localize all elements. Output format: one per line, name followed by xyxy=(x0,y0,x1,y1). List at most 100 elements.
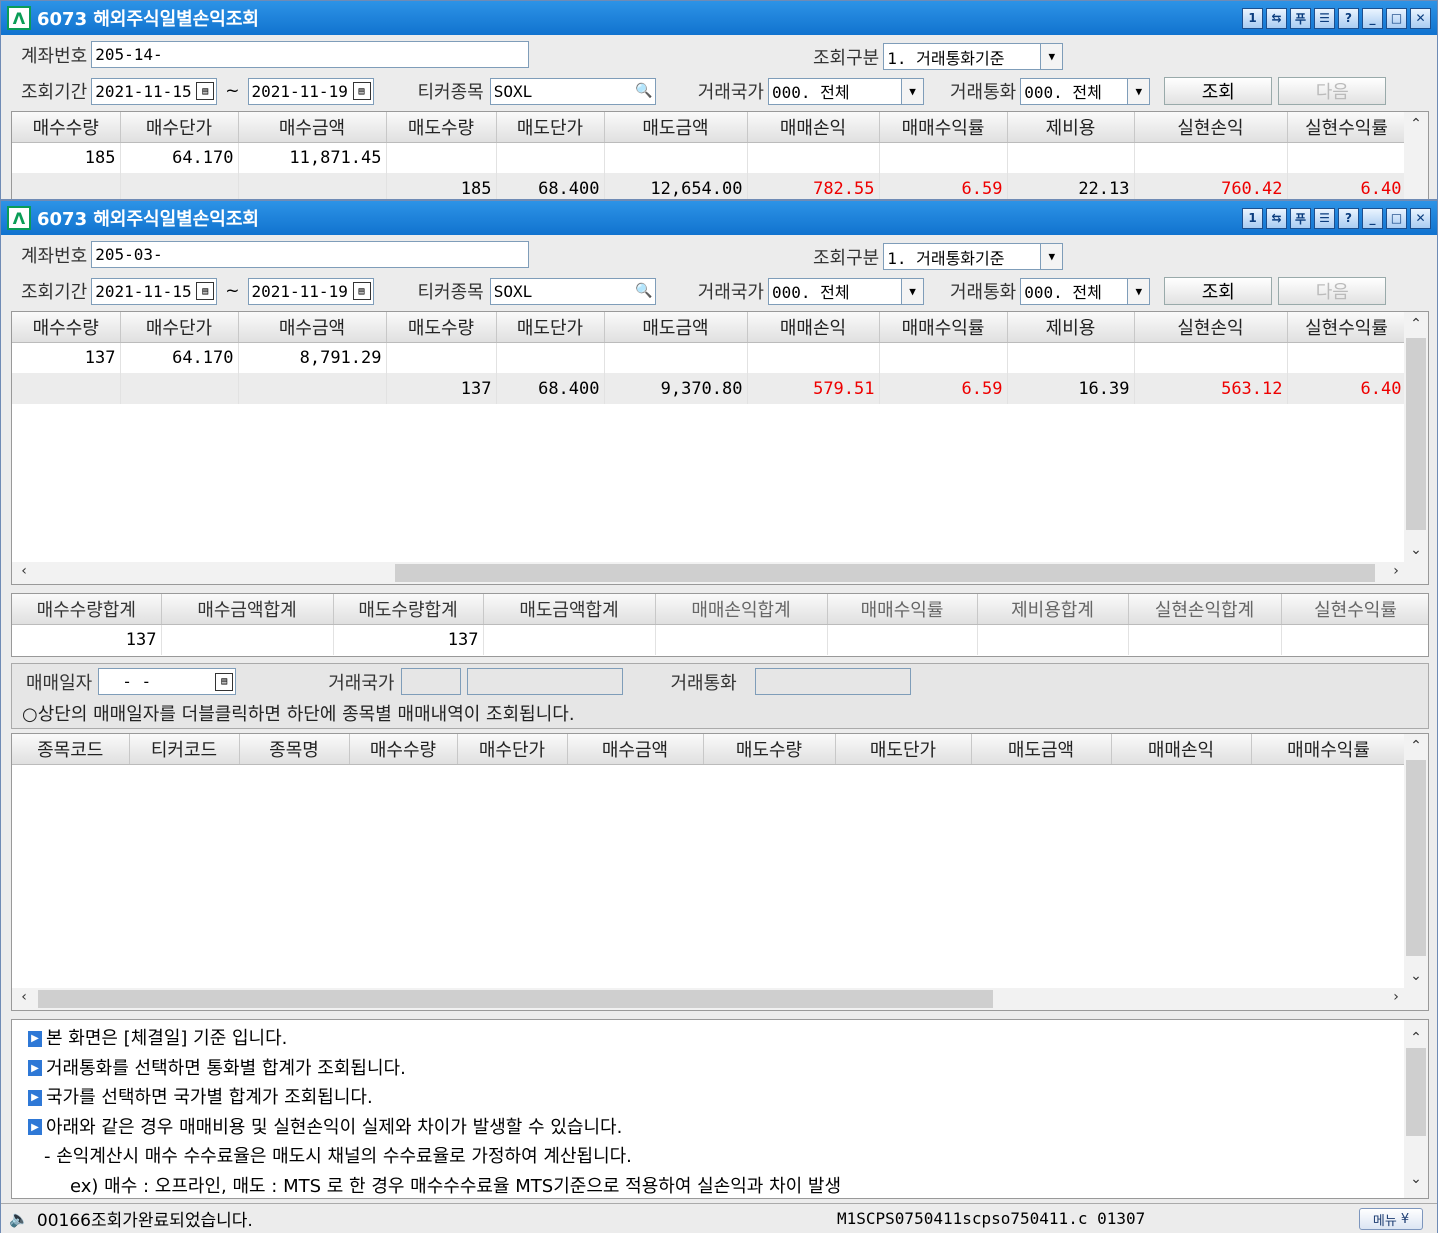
query-type-select[interactable]: 1. 거래통화기준 ▼ xyxy=(883,243,1064,270)
column-header[interactable]: 실현수익률 xyxy=(1281,594,1428,625)
column-header[interactable]: 매수금액 xyxy=(238,312,387,343)
result-grid[interactable]: 매수수량 매수단가 매수금액 매도수량 매도단가 매도금액 매매손익 매매수익률 제비용 실현손익… xyxy=(11,311,1429,585)
column-header[interactable]: 티커코드 xyxy=(129,734,240,765)
scroll-thumb[interactable] xyxy=(395,564,1375,582)
scroll-thumb[interactable] xyxy=(1406,760,1426,956)
chevron-down-icon[interactable]: ▼ xyxy=(1040,44,1063,69)
column-header[interactable]: 매도금액 xyxy=(604,312,748,343)
column-header[interactable]: 매도금액합계 xyxy=(483,594,656,625)
menu-list-icon[interactable]: ☰ xyxy=(1314,207,1335,229)
title-bar[interactable]: Λ 6073 해외주식일별손익조회 1 ⇆ 푸 ☰ ? _ □ ✕ xyxy=(1,201,1437,235)
column-header[interactable]: 매수수량 xyxy=(12,112,121,143)
scroll-up-icon[interactable]: ⌃ xyxy=(1404,116,1428,132)
next-button[interactable]: 다음 xyxy=(1278,77,1387,105)
table-row[interactable]: 185 64.170 11,871.45 xyxy=(12,142,1407,173)
trade-date-input[interactable]: - - ▤ xyxy=(98,668,237,695)
column-header[interactable]: 제비용 xyxy=(1007,112,1135,143)
currency-select[interactable]: 000. 전체 ▼ xyxy=(1020,277,1151,305)
pin-icon[interactable]: 푸 xyxy=(1290,7,1311,29)
country-select[interactable]: 000. 전체 ▼ xyxy=(768,77,924,105)
search-icon[interactable]: 🔍 xyxy=(634,82,653,100)
scroll-left-icon[interactable]: ‹ xyxy=(12,563,36,579)
column-header[interactable]: 매도수량합계 xyxy=(333,594,484,625)
chevron-down-icon[interactable]: ▼ xyxy=(1127,278,1150,304)
search-button[interactable]: 조회 xyxy=(1164,277,1273,305)
account-input[interactable]: 205-14- xyxy=(91,41,530,68)
scroll-right-icon[interactable]: › xyxy=(1384,563,1408,579)
column-header[interactable]: 매수금액합계 xyxy=(161,594,334,625)
column-header[interactable]: 매도수량 xyxy=(386,112,497,143)
scroll-up-icon[interactable]: ⌃ xyxy=(1404,316,1428,332)
scroll-thumb[interactable] xyxy=(1406,338,1426,530)
column-header[interactable]: 매도수량 xyxy=(386,312,497,343)
chevron-down-icon[interactable]: ▼ xyxy=(901,78,923,104)
close-icon[interactable]: ✕ xyxy=(1410,7,1431,29)
column-header[interactable]: 매매수익률 xyxy=(1251,734,1407,765)
table-row[interactable]: 137 68.400 9,370.80 579.51 6.59 16.39 563.12 6.… xyxy=(12,373,1407,404)
menu-button[interactable]: 메뉴 ¥ xyxy=(1359,1208,1423,1230)
column-header[interactable]: 매도단가 xyxy=(835,734,972,765)
help-icon[interactable]: ? xyxy=(1338,7,1359,29)
chevron-down-icon[interactable]: ▼ xyxy=(901,278,923,304)
column-header[interactable]: 매수수량 xyxy=(12,312,121,343)
column-header[interactable]: 매매손익 xyxy=(747,112,880,143)
help-icon[interactable]: ? xyxy=(1338,207,1359,229)
date-to-input[interactable]: 2021-11-19 ▤ xyxy=(247,277,374,305)
calendar-icon[interactable]: ▤ xyxy=(352,82,371,100)
vertical-scrollbar[interactable]: ⌃ ⌄ xyxy=(1404,1020,1428,1198)
calendar-icon[interactable]: ▤ xyxy=(196,82,215,100)
scroll-left-icon[interactable]: ‹ xyxy=(12,989,36,1005)
column-header[interactable]: 매매손익 xyxy=(747,312,880,343)
column-header[interactable]: 매수금액 xyxy=(238,112,387,143)
column-header[interactable]: 종목명 xyxy=(239,734,350,765)
link-icon[interactable]: ⇆ xyxy=(1266,7,1287,29)
table-row[interactable]: 185 68.400 12,654.00 782.55 6.59 22.13 760.42 6… xyxy=(12,173,1407,199)
link-number-icon[interactable]: 1 xyxy=(1242,207,1263,229)
column-header[interactable]: 실현손익 xyxy=(1134,112,1288,143)
scroll-right-icon[interactable]: › xyxy=(1384,989,1408,1005)
column-header[interactable]: 실현수익률 xyxy=(1287,312,1407,343)
date-to-input[interactable]: 2021-11-19 ▤ xyxy=(247,77,374,105)
maximize-icon[interactable]: □ xyxy=(1386,7,1407,29)
column-header[interactable]: 매도수량 xyxy=(703,734,836,765)
table-row[interactable]: 137 64.170 8,791.29 xyxy=(12,342,1407,373)
title-bar[interactable]: Λ 6073 해외주식일별손익조회 1 ⇆ 푸 ☰ ? _ □ ✕ xyxy=(1,1,1437,35)
link-icon[interactable]: ⇆ xyxy=(1266,207,1287,229)
country-select[interactable]: 000. 전체 ▼ xyxy=(768,277,924,305)
column-header[interactable]: 매매수익률 xyxy=(879,112,1008,143)
result-grid[interactable]: 매수수량 매수단가 매수금액 매도수량 매도단가 매도금액 매매손익 매매수익률 제비용 실현손익… xyxy=(11,111,1429,199)
vertical-scrollbar[interactable]: ⌃ ⌄ xyxy=(1404,312,1428,562)
scroll-down-icon[interactable]: ⌄ xyxy=(1404,542,1428,558)
ticker-input[interactable]: SOXL 🔍 xyxy=(489,77,656,105)
column-header[interactable]: 매매손익합계 xyxy=(655,594,828,625)
scroll-thumb[interactable] xyxy=(38,990,993,1008)
currency-select[interactable]: 000. 전체 ▼ xyxy=(1020,77,1151,105)
scroll-thumb[interactable] xyxy=(1406,1048,1426,1136)
ticker-input[interactable]: SOXL 🔍 xyxy=(489,277,656,305)
column-header[interactable]: 매매손익 xyxy=(1111,734,1252,765)
pin-icon[interactable]: 푸 xyxy=(1290,207,1311,229)
search-icon[interactable]: 🔍 xyxy=(634,282,653,300)
chevron-down-icon[interactable]: ▼ xyxy=(1040,244,1063,269)
column-header[interactable]: 제비용 xyxy=(1007,312,1135,343)
menu-list-icon[interactable]: ☰ xyxy=(1314,7,1335,29)
column-header[interactable]: 제비용합계 xyxy=(977,594,1129,625)
minimize-icon[interactable]: _ xyxy=(1362,207,1383,229)
column-header[interactable]: 매수수량합계 xyxy=(12,594,162,625)
column-header[interactable]: 종목코드 xyxy=(12,734,130,765)
chevron-down-icon[interactable]: ▼ xyxy=(1127,78,1150,104)
column-header[interactable]: 매수단가 xyxy=(120,112,239,143)
column-header[interactable]: 매도금액 xyxy=(604,112,748,143)
vertical-scrollbar[interactable]: ⌃ ⌄ xyxy=(1404,734,1428,988)
column-header[interactable]: 실현수익률 xyxy=(1287,112,1407,143)
column-header[interactable]: 매도단가 xyxy=(496,112,605,143)
column-header[interactable]: 실현손익 xyxy=(1134,312,1288,343)
link-number-icon[interactable]: 1 xyxy=(1242,7,1263,29)
minimize-icon[interactable]: _ xyxy=(1362,7,1383,29)
scroll-down-icon[interactable]: ⌄ xyxy=(1404,968,1428,984)
calendar-icon[interactable]: ▤ xyxy=(196,282,215,300)
date-from-input[interactable]: 2021-11-15 ▤ xyxy=(91,77,218,105)
column-header[interactable]: 매수단가 xyxy=(457,734,568,765)
maximize-icon[interactable]: □ xyxy=(1386,207,1407,229)
horizontal-scrollbar[interactable]: ‹ › xyxy=(12,562,1428,584)
